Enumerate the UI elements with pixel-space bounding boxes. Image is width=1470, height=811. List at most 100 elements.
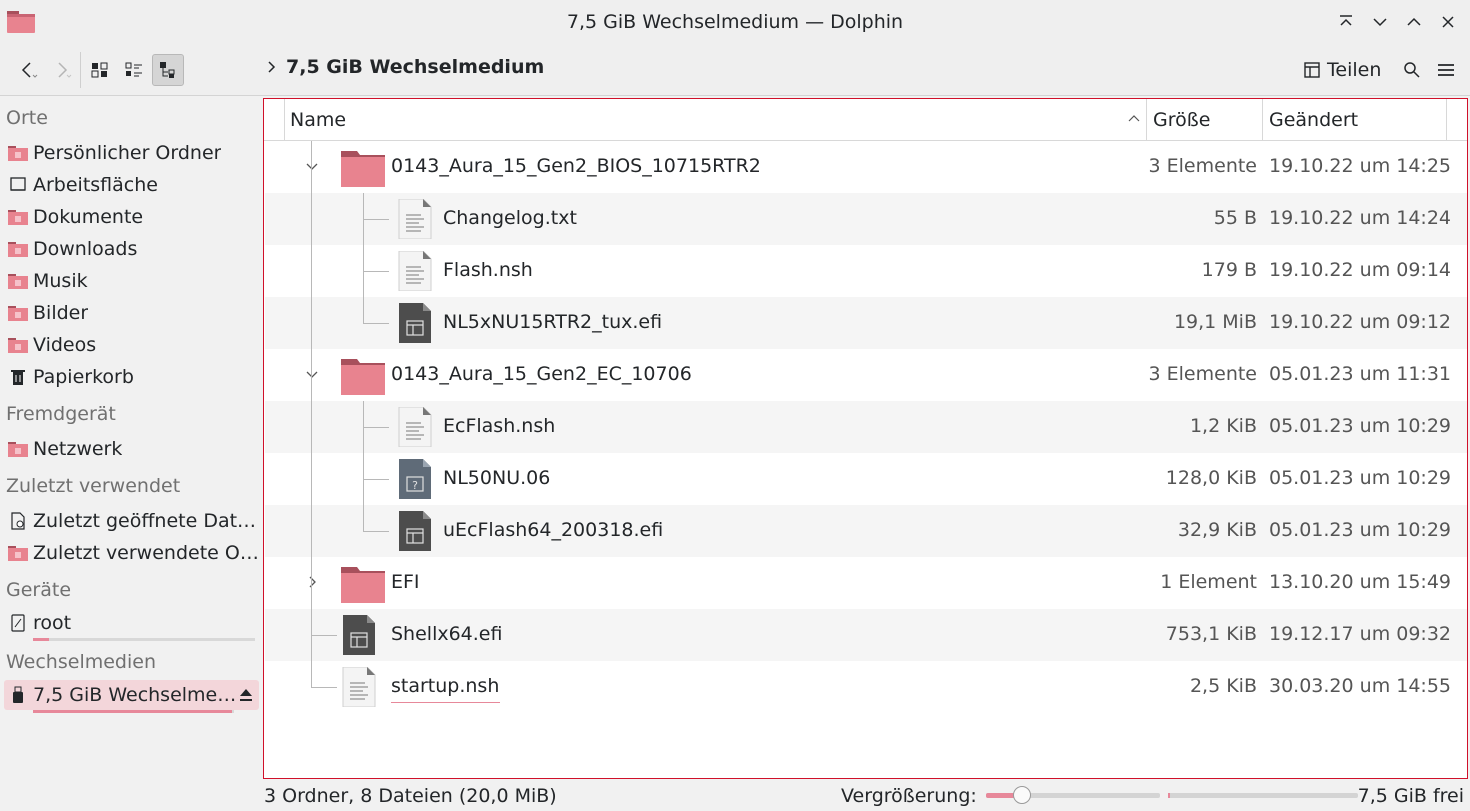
unknown-file-icon: ? — [399, 459, 431, 499]
zoom-slider-handle[interactable] — [1013, 786, 1031, 804]
sidebar-item-removable-0[interactable]: 7,5 GiB Wechselme… — [4, 680, 259, 710]
free-space-bar — [1168, 793, 1358, 798]
file-name[interactable]: uEcFlash64_200318.efi — [443, 519, 663, 541]
hamburger-menu-icon — [1438, 64, 1454, 76]
keep-above-icon — [1340, 15, 1352, 26]
file-row[interactable]: startup.nsh 2,5 KiB 30.03.20 um 14:55 — [265, 661, 1467, 713]
videos-folder-icon — [8, 338, 28, 353]
file-name[interactable]: NL50NU.06 — [443, 467, 550, 489]
folder-row[interactable]: 0143_Aura_15_Gen2_EC_10706 3 Elemente 05.0… — [265, 349, 1467, 401]
music-folder-icon — [8, 274, 28, 289]
forward-button[interactable] — [46, 54, 78, 86]
column-header-size[interactable]: Größe — [1153, 99, 1210, 140]
keep-above-button[interactable] — [1332, 8, 1360, 36]
column-header-name[interactable]: Name — [290, 99, 1146, 140]
trash-icon — [11, 370, 25, 385]
back-button[interactable] — [12, 54, 44, 86]
chevron-up-icon — [1407, 17, 1421, 26]
hamburger-menu-button[interactable] — [1430, 54, 1462, 86]
sidebar-item-places-3[interactable]: Downloads — [4, 234, 259, 264]
sidebar-item-label: Zuletzt geöffnete Dat… — [33, 510, 257, 532]
recent-files-icon — [11, 512, 25, 530]
eject-icon[interactable] — [239, 688, 253, 702]
sidebar-section-remote[interactable]: Fremdgerät — [6, 403, 116, 425]
file-row[interactable]: Changelog.txt 55 B 19.10.22 um 14:24 — [265, 193, 1467, 245]
sidebar-item-devices-0[interactable]: root — [4, 608, 259, 638]
sidebar-section-removable[interactable]: Wechselmedien — [6, 651, 156, 673]
file-size: 2,5 KiB — [1189, 675, 1257, 697]
sidebar-item-places-4[interactable]: Musik — [4, 266, 259, 296]
sidebar-item-recent-1[interactable]: Zuletzt verwendete O… — [4, 538, 259, 568]
file-name[interactable]: startup.nsh — [391, 675, 499, 697]
file-size: 55 B — [1213, 207, 1257, 229]
sidebar-item-places-2[interactable]: Dokumente — [4, 202, 259, 232]
sidebar-item-remote-0[interactable]: Netzwerk — [4, 434, 259, 464]
details-view-icon — [160, 62, 175, 78]
file-name[interactable]: EFI — [391, 571, 420, 593]
collapsed-chevron-icon[interactable] — [305, 575, 319, 589]
file-size: 1,2 KiB — [1189, 415, 1257, 437]
tree-connector — [311, 687, 337, 688]
sidebar-section-devices[interactable]: Geräte — [6, 579, 71, 601]
icons-view-button[interactable] — [84, 54, 116, 86]
sidebar-item-places-1[interactable]: Arbeitsfläche — [4, 170, 259, 200]
text-file-icon — [398, 198, 432, 240]
file-name[interactable]: 0143_Aura_15_Gen2_EC_10706 — [391, 363, 692, 385]
folder-icon — [341, 567, 385, 603]
capacity-bar-fill — [33, 638, 49, 641]
search-button[interactable] — [1396, 54, 1428, 86]
trash-icon-wrap — [8, 367, 28, 387]
maximize-button[interactable] — [1400, 8, 1428, 36]
file-row[interactable]: Shellx64.efi 753,1 KiB 19.12.17 um 09:32 — [265, 609, 1467, 661]
breadcrumb-current[interactable]: 7,5 GiB Wechselmedium — [286, 56, 544, 78]
sidebar-item-places-6[interactable]: Videos — [4, 330, 259, 360]
file-name[interactable]: EcFlash.nsh — [443, 415, 555, 437]
desktop-icon-wrap — [8, 175, 28, 195]
free-space-label: 7,5 GiB frei — [1357, 785, 1464, 807]
file-date: 19.10.22 um 14:25 — [1269, 155, 1451, 177]
file-icon-wrap — [341, 355, 385, 395]
file-name[interactable]: Changelog.txt — [443, 207, 577, 229]
sidebar-item-places-7[interactable]: Papierkorb — [4, 362, 259, 392]
pictures-folder-icon-wrap — [8, 303, 28, 323]
expanded-chevron-icon[interactable] — [305, 159, 319, 173]
usb-drive-icon — [13, 686, 23, 703]
network-folder-icon — [8, 442, 28, 457]
sidebar-item-label: root — [33, 612, 72, 634]
chevron-right-icon[interactable] — [264, 60, 278, 74]
file-name[interactable]: 0143_Aura_15_Gen2_BIOS_10715RTR2 — [391, 155, 761, 177]
sidebar-item-places-0[interactable]: Persönlicher Ordner — [4, 138, 259, 168]
sidebar-item-label: Netzwerk — [33, 438, 123, 460]
file-name[interactable]: Shellx64.efi — [391, 623, 502, 645]
file-name[interactable]: NL5xNU15RTR2_tux.efi — [443, 311, 662, 333]
tree-connector — [311, 635, 337, 636]
share-label: Teilen — [1327, 59, 1382, 81]
share-button[interactable]: Teilen — [1303, 54, 1381, 86]
share-icon — [1304, 62, 1320, 78]
expanded-chevron-icon[interactable] — [305, 367, 319, 381]
sidebar-section-places[interactable]: Orte — [6, 107, 48, 129]
details-view-button[interactable] — [152, 54, 184, 86]
recent-folders-icon — [8, 546, 28, 561]
file-row[interactable]: Flash.nsh 179 B 19.10.22 um 09:14 — [265, 245, 1467, 297]
file-name[interactable]: Flash.nsh — [443, 259, 533, 281]
file-row[interactable]: NL5xNU15RTR2_tux.efi 19,1 MiB 19.10.22 um … — [265, 297, 1467, 349]
sidebar-item-recent-0[interactable]: Zuletzt geöffnete Dat… — [4, 506, 259, 536]
folder-row[interactable]: EFI 1 Element 13.10.20 um 15:49 — [265, 557, 1467, 609]
file-icon-wrap — [397, 250, 441, 292]
minimize-button[interactable] — [1366, 8, 1394, 36]
folder-row[interactable]: 0143_Aura_15_Gen2_BIOS_10715RTR2 3 Elemen… — [265, 141, 1467, 193]
compact-view-button[interactable] — [118, 54, 150, 86]
folder-icon — [341, 359, 385, 395]
column-header-modified[interactable]: Geändert — [1269, 99, 1358, 140]
drive-icon — [11, 614, 25, 632]
sidebar-item-places-5[interactable]: Bilder — [4, 298, 259, 328]
file-row[interactable]: uEcFlash64_200318.efi 32,9 KiB 05.01.23 um… — [265, 505, 1467, 557]
close-button[interactable] — [1434, 8, 1462, 36]
sidebar-section-recent[interactable]: Zuletzt verwendet — [6, 475, 180, 497]
file-row[interactable]: EcFlash.nsh 1,2 KiB 05.01.23 um 10:29 — [265, 401, 1467, 453]
close-icon — [1442, 16, 1454, 28]
file-icon-wrap — [397, 406, 441, 448]
file-row[interactable]: ? NL50NU.06 128,0 KiB 05.01.23 um 10:29 — [265, 453, 1467, 505]
zoom-slider[interactable] — [986, 786, 1160, 804]
